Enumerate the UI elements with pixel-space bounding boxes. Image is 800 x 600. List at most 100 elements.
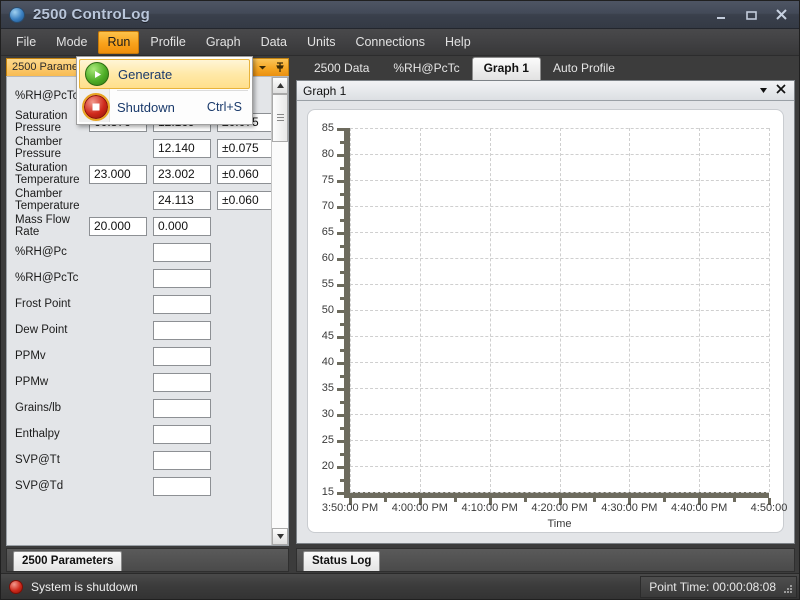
- param-label: Saturation Temperature: [15, 162, 80, 186]
- y-tick: [337, 258, 344, 261]
- x-minor-tick: [383, 498, 387, 502]
- tab-2500-parameters[interactable]: 2500 Parameters: [13, 551, 123, 571]
- menu-graph[interactable]: Graph: [197, 31, 250, 54]
- point-time-label: Point Time: 00:00:08:08: [649, 579, 776, 594]
- param-tolerance-field[interactable]: ±0.060: [217, 190, 271, 210]
- run-dropdown-menu: Generate Shutdown Ctrl+S: [76, 56, 253, 125]
- x-minor-tick: [663, 498, 667, 502]
- scrollbar-thumb[interactable]: [272, 94, 288, 142]
- param-value-field[interactable]: [153, 294, 211, 314]
- y-tick: [337, 388, 344, 391]
- param-value-field[interactable]: 23.002: [153, 164, 211, 184]
- y-tick: [337, 232, 344, 235]
- menu-data[interactable]: Data: [252, 31, 296, 54]
- y-tick: [337, 440, 344, 443]
- menu-profile[interactable]: Profile: [141, 31, 194, 54]
- param-value-field[interactable]: [153, 424, 211, 444]
- param-row-chamber-pressure: Chamber Pressure 12.140 ±0.075 psia: [7, 135, 271, 161]
- param-row-saturation-temperature: Saturation Temperature 23.000 23.002 ±0.…: [7, 161, 271, 187]
- y-tick-label: 75: [321, 174, 334, 186]
- document-tabs: 2500 Data %RH@PcTc Graph 1 Auto Profile: [296, 56, 795, 80]
- menu-item-shutdown[interactable]: Shutdown Ctrl+S: [79, 92, 250, 122]
- x-gridline: [489, 128, 491, 492]
- plot-area[interactable]: 15 20 25 30 35 40 45 50 55 60 65 70 75 80 85 3:50:00 PM…: [322, 122, 788, 530]
- param-row-rh-pctc: %RH@PcTc: [7, 265, 271, 291]
- param-value-field[interactable]: [153, 372, 211, 392]
- param-value-field[interactable]: [153, 346, 211, 366]
- graph-chevron-down-icon[interactable]: [754, 85, 772, 97]
- menu-mode[interactable]: Mode: [47, 31, 96, 54]
- param-label: PPMw: [15, 376, 49, 388]
- x-minor-tick: [453, 498, 457, 502]
- x-tick-label: 4:00:00 PM: [391, 502, 448, 514]
- param-setpoint-blank: [89, 477, 147, 496]
- param-label: %RH@Pc: [15, 246, 67, 258]
- param-value-field[interactable]: [153, 268, 211, 288]
- y-minor-tick: [340, 245, 344, 248]
- param-value-field[interactable]: 0.000: [153, 216, 211, 236]
- param-row-dew-point: Dew Point °C: [7, 317, 271, 343]
- right-area: 2500 Data %RH@PcTc Graph 1 Auto Profile …: [293, 56, 799, 572]
- y-minor-tick: [340, 349, 344, 352]
- param-value-field[interactable]: 24.113: [153, 190, 211, 210]
- param-label: Enthalpy: [15, 428, 60, 440]
- scrollbar-track[interactable]: [272, 94, 288, 528]
- menu-connections[interactable]: Connections: [346, 31, 434, 54]
- status-bar: System is shutdown Point Time: 00:00:08:…: [1, 573, 799, 599]
- param-row-ppmw: PPMw: [7, 369, 271, 395]
- tab-2500-data[interactable]: 2500 Data: [302, 58, 381, 80]
- graph-panel: Graph 1 15 20 25 30 35 40 45 50 55 60 65 70: [296, 80, 795, 544]
- menu-run[interactable]: Run: [98, 30, 140, 54]
- maximize-icon[interactable]: [737, 5, 765, 25]
- param-label: %RH@PcTc: [15, 272, 79, 284]
- close-icon[interactable]: [767, 5, 795, 25]
- param-tolerance-blank: [217, 373, 271, 392]
- param-tolerance-field[interactable]: ±0.060: [217, 164, 271, 184]
- y-tick: [337, 336, 344, 339]
- param-value-field[interactable]: [153, 242, 211, 262]
- menu-file[interactable]: File: [7, 31, 45, 54]
- graph-close-icon[interactable]: [772, 84, 790, 97]
- param-row-svp-td: SVP@Td psia: [7, 473, 271, 499]
- tab-auto-profile[interactable]: Auto Profile: [541, 58, 627, 80]
- param-setpoint-blank: [89, 295, 147, 314]
- graph-caption-bar: Graph 1: [297, 81, 794, 101]
- plot-frame[interactable]: 15 20 25 30 35 40 45 50 55 60 65 70 75 80 85 3:50:00 PM…: [307, 109, 788, 533]
- param-value-field[interactable]: [153, 476, 211, 496]
- tab-graph-1[interactable]: Graph 1: [471, 57, 541, 80]
- param-setpoint-field[interactable]: 20.000: [89, 216, 147, 236]
- resize-grip-icon[interactable]: [784, 584, 793, 594]
- y-tick: [337, 180, 344, 183]
- y-tick: [337, 414, 344, 417]
- y-tick: [337, 310, 344, 313]
- y-tick-label: 80: [321, 148, 334, 160]
- param-setpoint-blank: [89, 451, 147, 470]
- pin-icon[interactable]: [271, 59, 288, 76]
- param-label: Frost Point: [15, 298, 71, 310]
- param-label: PPMv: [15, 350, 46, 362]
- scroll-down-icon[interactable]: [272, 528, 288, 545]
- param-value-field[interactable]: [153, 320, 211, 340]
- param-value-field[interactable]: [153, 450, 211, 470]
- parameters-scrollbar[interactable]: [271, 77, 288, 545]
- param-tolerance-blank: [217, 243, 271, 262]
- scroll-up-icon[interactable]: [272, 77, 288, 94]
- graph-body: 15 20 25 30 35 40 45 50 55 60 65 70 75 80 85 3:50:00 PM…: [297, 101, 794, 543]
- menu-units[interactable]: Units: [298, 31, 344, 54]
- tab-status-log[interactable]: Status Log: [303, 551, 381, 571]
- menu-item-generate[interactable]: Generate: [79, 59, 250, 89]
- chevron-down-icon[interactable]: [254, 59, 271, 76]
- param-tolerance-field[interactable]: ±0.075: [217, 138, 271, 158]
- param-value-field[interactable]: 12.140: [153, 138, 211, 158]
- y-tick-label: 85: [321, 122, 334, 134]
- x-gridline: [769, 128, 770, 492]
- param-row-enthalpy: Enthalpy J/g: [7, 421, 271, 447]
- tab-rh-pctc[interactable]: %RH@PcTc: [381, 58, 471, 80]
- param-setpoint-field[interactable]: 23.000: [89, 164, 147, 184]
- minimize-icon[interactable]: [707, 5, 735, 25]
- menu-help[interactable]: Help: [436, 31, 480, 54]
- left-bottom-tabstrip: 2500 Parameters: [6, 548, 289, 572]
- y-minor-tick: [340, 453, 344, 456]
- y-minor-tick: [340, 479, 344, 482]
- param-value-field[interactable]: [153, 398, 211, 418]
